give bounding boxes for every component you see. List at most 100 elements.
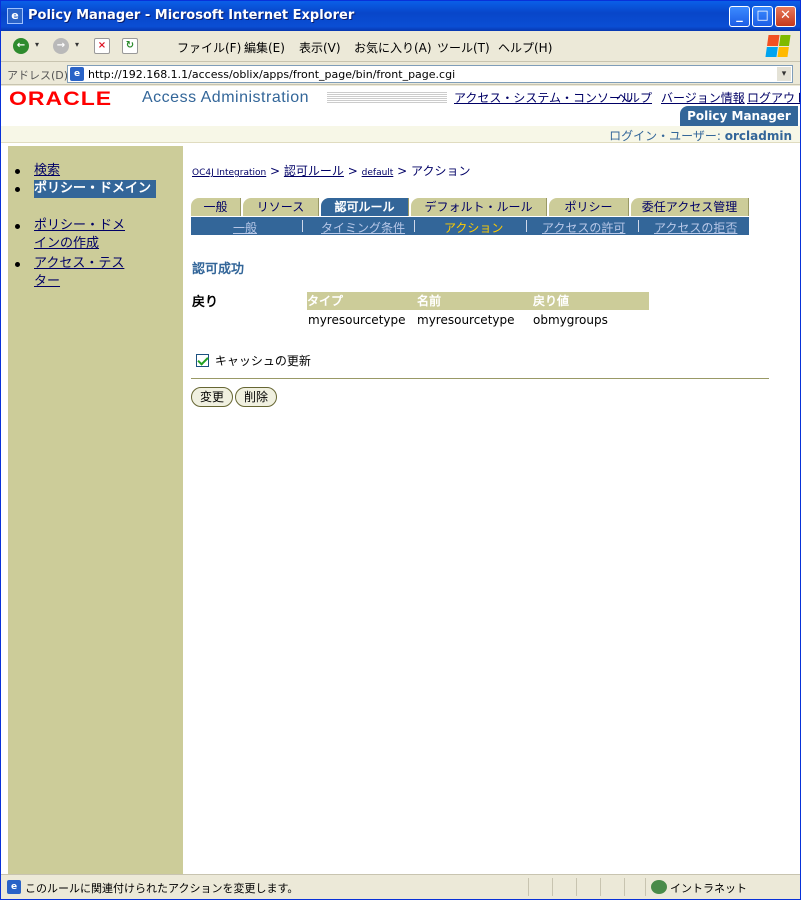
sidebar-item-access-tester[interactable]: アクセス・テスター: [15, 255, 129, 291]
forward-dropdown-icon[interactable]: ▾: [75, 40, 79, 49]
subtab-general[interactable]: 一般: [233, 219, 257, 236]
intranet-zone-icon: [651, 880, 667, 894]
table-cell-return-value: obmygroups: [533, 313, 608, 327]
tab-policies[interactable]: ポリシー: [549, 198, 629, 216]
tab-bar: 一般 リソース 認可ルール デフォルト・ルール ポリシー 委任アクセス管理: [191, 198, 751, 216]
cache-update-row: キャッシュの更新: [196, 352, 311, 369]
policy-manager-tab[interactable]: Policy Manager: [680, 106, 798, 126]
delete-button[interactable]: 削除: [235, 387, 277, 407]
refresh-icon[interactable]: ↻: [122, 38, 138, 54]
tab-resources[interactable]: リソース: [243, 198, 319, 216]
link-version-info[interactable]: バージョン情報: [661, 89, 745, 106]
subtab-divider: [526, 220, 527, 232]
status-divider: [576, 878, 577, 896]
modify-button[interactable]: 変更: [191, 387, 233, 407]
header-rule: [327, 92, 447, 104]
close-button[interactable]: ✕: [775, 6, 796, 27]
title-bar[interactable]: e Policy Manager - Microsoft Internet Ex…: [1, 1, 800, 31]
sidebar: 検索 ポリシー・ドメイン ポリシー・ドメインの作成 アクセス・テスター: [8, 146, 183, 874]
stop-icon[interactable]: ×: [94, 38, 110, 54]
link-help[interactable]: ヘルプ: [616, 89, 652, 106]
column-header-name: 名前: [417, 294, 442, 308]
subtab-divider: [302, 220, 303, 232]
login-info: ログイン・ユーザー: orcladmin: [609, 127, 792, 144]
return-label: 戻り: [192, 295, 219, 310]
cache-update-checkbox[interactable]: [196, 354, 209, 367]
status-message: このルールに関連付けられたアクションを変更します。: [25, 882, 299, 895]
sidebar-item-policy-domain[interactable]: ポリシー・ドメイン: [15, 180, 156, 198]
table-cell-name: myresourcetype: [417, 313, 515, 327]
address-label: アドレス(D): [7, 69, 69, 82]
status-divider: [600, 878, 601, 896]
menu-edit[interactable]: 編集(E): [244, 39, 285, 56]
sidebar-item-label[interactable]: アクセス・テスター: [34, 256, 124, 289]
ie-app-icon: e: [7, 8, 23, 24]
menu-help[interactable]: ヘルプ(H): [498, 39, 552, 56]
back-dropdown-icon[interactable]: ▾: [35, 40, 39, 49]
browser-window: e Policy Manager - Microsoft Internet Ex…: [0, 0, 801, 900]
windows-logo-icon: [765, 35, 791, 57]
section-title: 認可成功: [192, 262, 245, 277]
bullet-icon: [15, 262, 20, 267]
page-content: ORACLE Access Administration アクセス・システム・コ…: [1, 86, 800, 874]
divider: [191, 378, 769, 379]
cache-update-label: キャッシュの更新: [214, 354, 311, 368]
menu-view[interactable]: 表示(V): [299, 39, 341, 56]
breadcrumb-authorization-rules[interactable]: 認可ルール: [284, 164, 344, 178]
oracle-logo-text: ORACLE: [9, 87, 113, 110]
tab-delegated-access-admin[interactable]: 委任アクセス管理: [631, 198, 749, 216]
link-logout[interactable]: ログアウト: [747, 89, 800, 106]
table-header: タイプ 名前 戻り値: [307, 292, 649, 310]
subtab-bar: 一般 タイミング条件 アクション アクセスの許可 アクセスの拒否: [191, 217, 749, 235]
tab-default-rules[interactable]: デフォルト・ルール: [411, 198, 547, 216]
sidebar-item-label[interactable]: ポリシー・ドメインの作成: [34, 218, 125, 251]
link-access-system-console[interactable]: アクセス・システム・コンソール: [454, 89, 633, 106]
address-url[interactable]: http://192.168.1.1/access/oblix/apps/fro…: [88, 68, 455, 81]
login-label: ログイン・ユーザー:: [609, 129, 721, 143]
window-title: Policy Manager - Microsoft Internet Expl…: [28, 8, 355, 23]
tab-authorization-rules[interactable]: 認可ルール: [321, 198, 409, 216]
status-divider: [645, 878, 646, 896]
bullet-icon: [15, 187, 20, 192]
subtab-timing-conditions[interactable]: タイミング条件: [321, 219, 405, 236]
minimize-button[interactable]: _: [729, 6, 750, 27]
status-divider: [528, 878, 529, 896]
maximize-button[interactable]: □: [752, 6, 773, 27]
main-panel: OC4J Integration > 認可ルール > default > アクシ…: [191, 146, 791, 846]
sidebar-item-label[interactable]: 検索: [34, 163, 60, 178]
address-dropdown-icon[interactable]: ▾: [777, 67, 791, 81]
breadcrumb-separator: >: [347, 164, 358, 178]
bullet-icon: [15, 224, 20, 229]
toolbar: ← ▾ → ▾ × ↻ ファイル(F) 編集(E) 表示(V) お気に入り(A)…: [1, 31, 800, 62]
table-cell-type: myresourcetype: [308, 313, 406, 327]
column-header-return-value: 戻り値: [533, 294, 570, 308]
status-bar: e このルールに関連付けられたアクションを変更します。 イントラネット: [1, 874, 800, 899]
sidebar-item-search[interactable]: 検索: [15, 162, 134, 180]
column-header-type: タイプ: [307, 294, 344, 308]
subtab-deny-access[interactable]: アクセスの拒否: [654, 219, 737, 236]
back-icon[interactable]: ←: [13, 38, 29, 54]
breadcrumb-current: アクション: [411, 164, 471, 178]
sidebar-item-label[interactable]: ポリシー・ドメイン: [34, 181, 151, 196]
tab-general[interactable]: 一般: [191, 198, 241, 216]
address-field[interactable]: e http://192.168.1.1/access/oblix/apps/f…: [67, 65, 793, 83]
menu-tools[interactable]: ツール(T): [437, 39, 490, 56]
bullet-icon: [15, 169, 20, 174]
status-divider: [552, 878, 553, 896]
forward-icon[interactable]: →: [53, 38, 69, 54]
status-divider: [624, 878, 625, 896]
subtab-divider: [414, 220, 415, 232]
sidebar-item-create-policy-domain[interactable]: ポリシー・ドメインの作成: [15, 217, 132, 253]
menu-favorites[interactable]: お気に入り(A): [354, 39, 432, 56]
breadcrumb-default[interactable]: default: [362, 168, 394, 178]
breadcrumb-oc4j-integration[interactable]: OC4J Integration: [192, 168, 266, 178]
subtab-actions[interactable]: アクション: [444, 219, 503, 236]
login-user: orcladmin: [724, 129, 792, 143]
login-bar: ログイン・ユーザー: orcladmin: [1, 126, 800, 143]
menu-file[interactable]: ファイル(F): [177, 39, 241, 56]
breadcrumb: OC4J Integration > 認可ルール > default > アクシ…: [192, 162, 470, 179]
subtab-allow-access[interactable]: アクセスの許可: [542, 219, 625, 236]
breadcrumb-separator: >: [270, 164, 281, 178]
address-bar: アドレス(D) e http://192.168.1.1/access/obli…: [1, 63, 800, 85]
oracle-logo: ORACLE: [9, 87, 112, 110]
